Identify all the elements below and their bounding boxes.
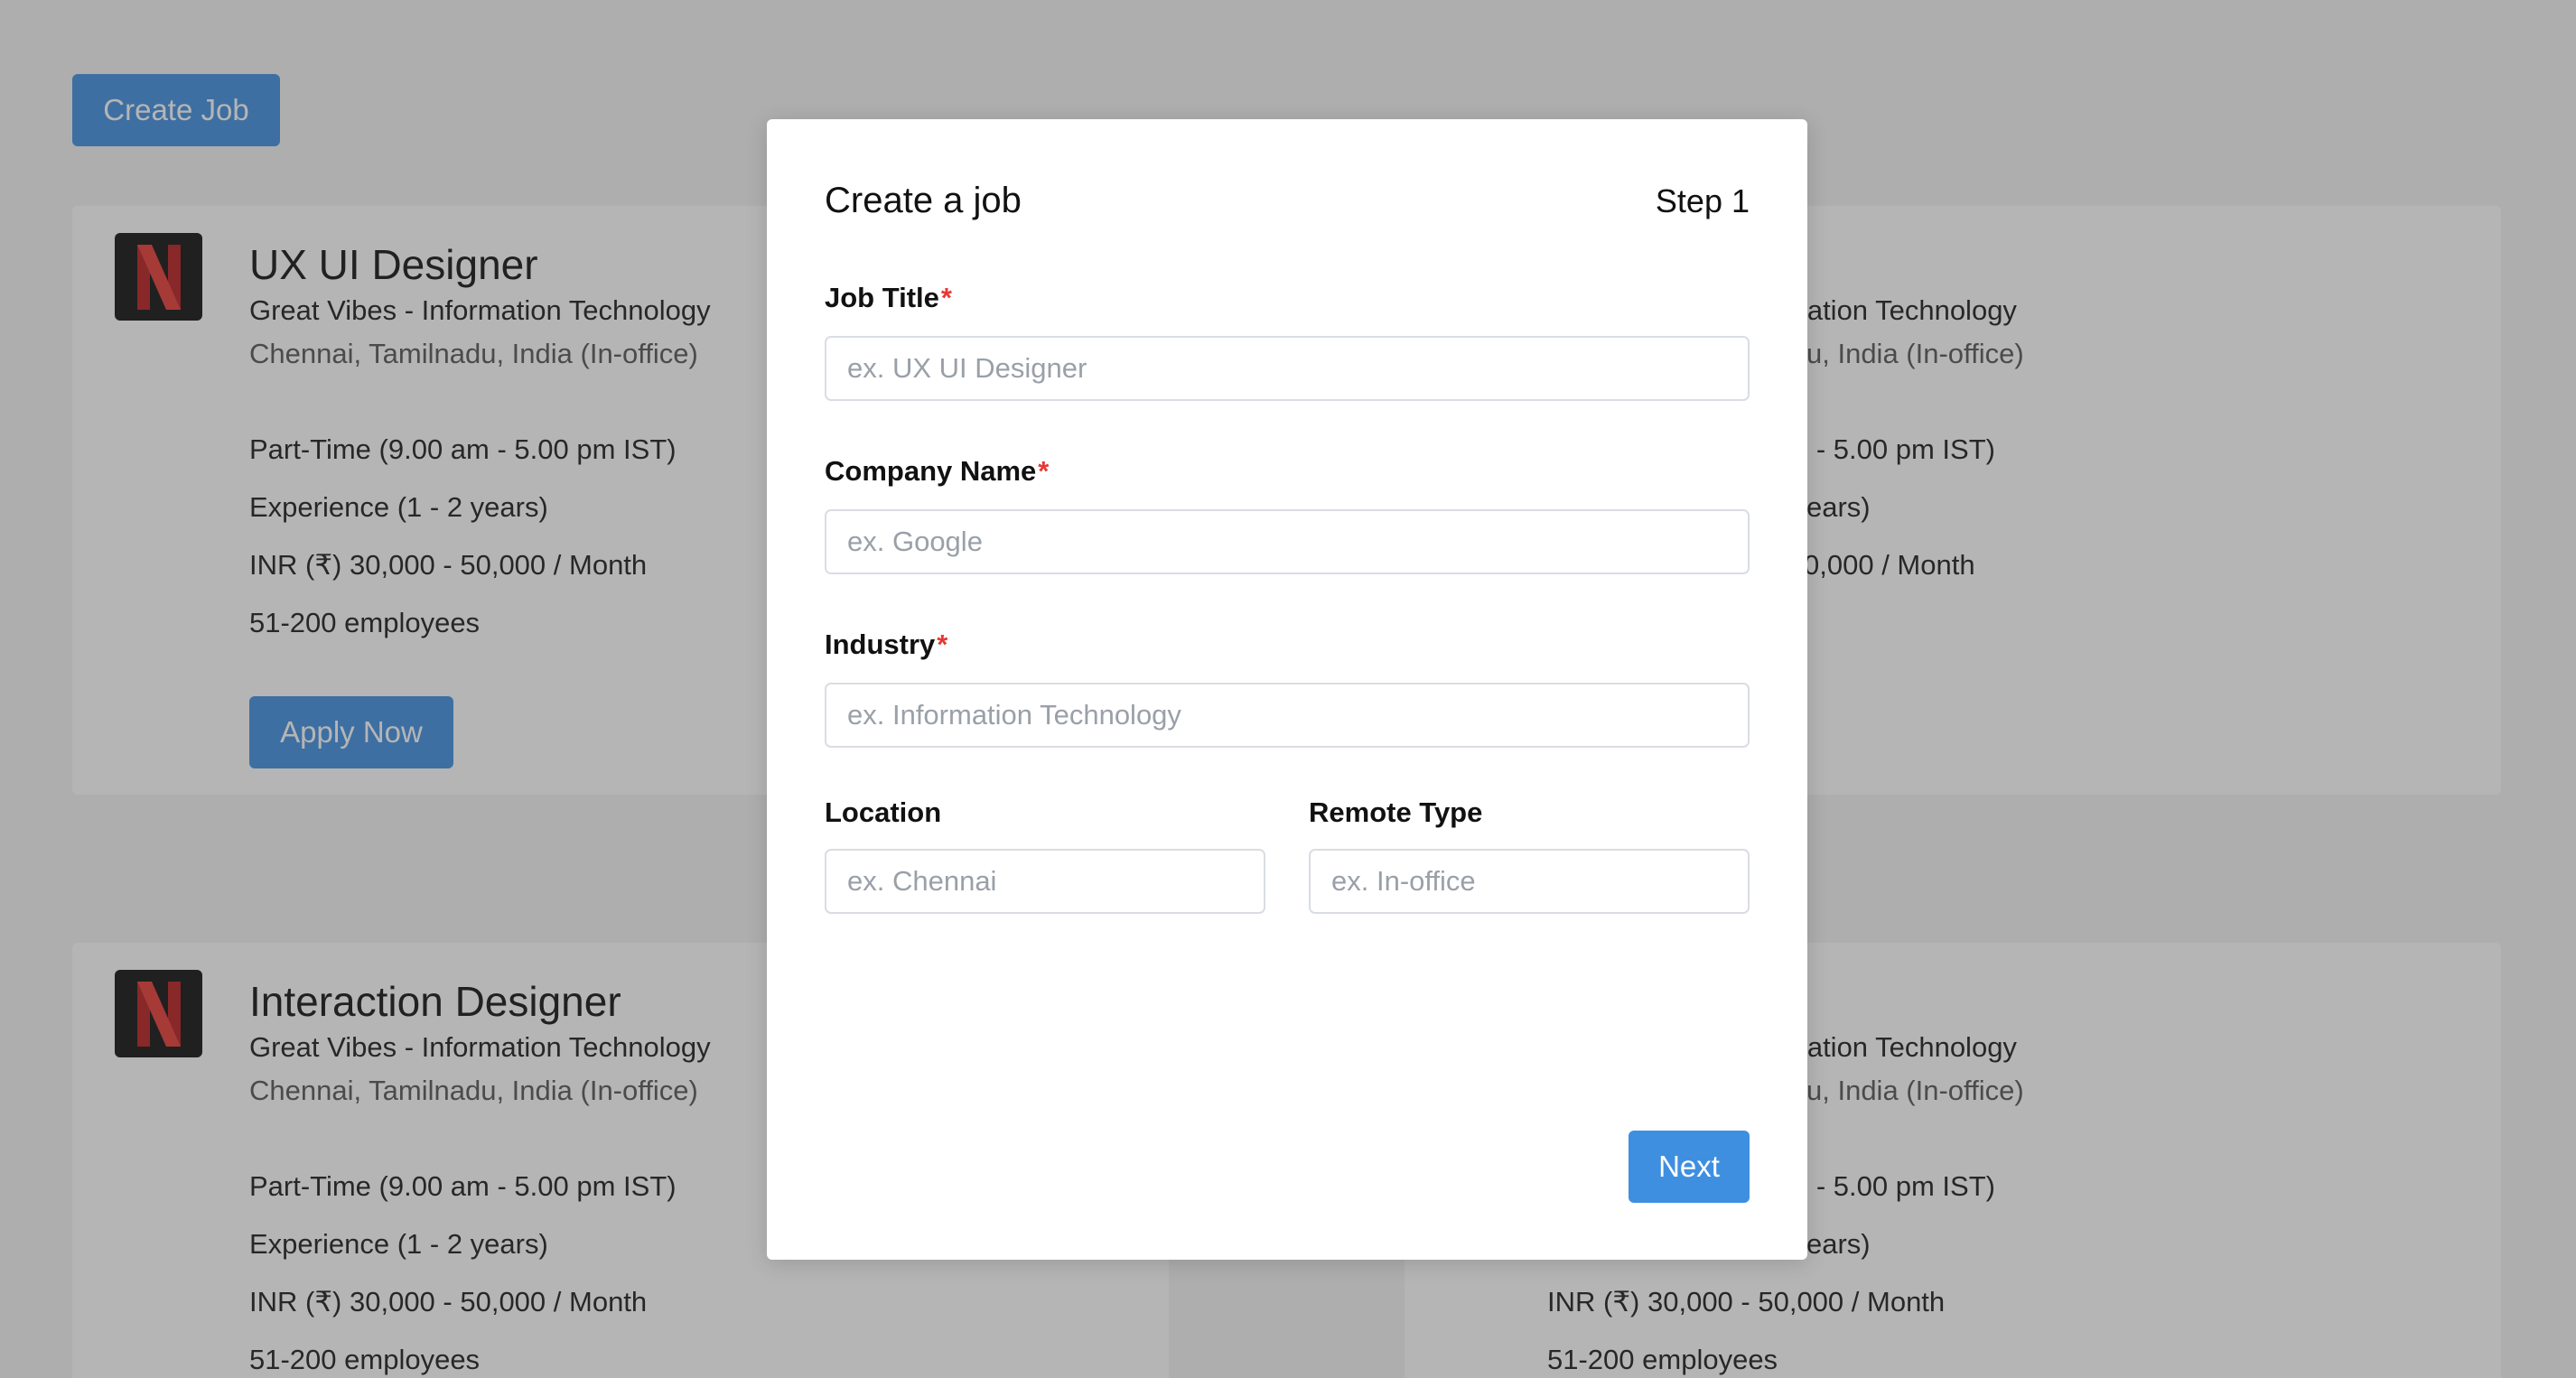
industry-label: Industry* (825, 628, 947, 661)
company-name-label-text: Company Name (825, 455, 1037, 487)
remote-type-label: Remote Type (1309, 796, 1483, 828)
required-mark: * (940, 282, 952, 313)
job-title-label: Job Title* (825, 282, 952, 314)
location-input[interactable] (825, 849, 1265, 914)
industry-label-text: Industry (825, 628, 936, 660)
step-indicator: Step 1 (1655, 182, 1750, 219)
create-job-modal: Create a job Step 1 Job Title* Company N… (767, 119, 1807, 1260)
job-title-input[interactable] (825, 336, 1750, 401)
job-board-page: Create Job UX UI Designer Great Vibes - … (0, 0, 2576, 1378)
location-label: Location (825, 796, 942, 828)
required-mark: * (937, 628, 948, 660)
modal-title: Create a job (825, 181, 1022, 220)
next-button[interactable]: Next (1629, 1131, 1750, 1203)
job-title-label-text: Job Title (825, 282, 939, 313)
company-name-label: Company Name* (825, 455, 1049, 488)
company-name-input[interactable] (825, 509, 1750, 574)
remote-type-input[interactable] (1309, 849, 1750, 914)
required-mark: * (1038, 455, 1050, 487)
industry-input[interactable] (825, 683, 1750, 748)
